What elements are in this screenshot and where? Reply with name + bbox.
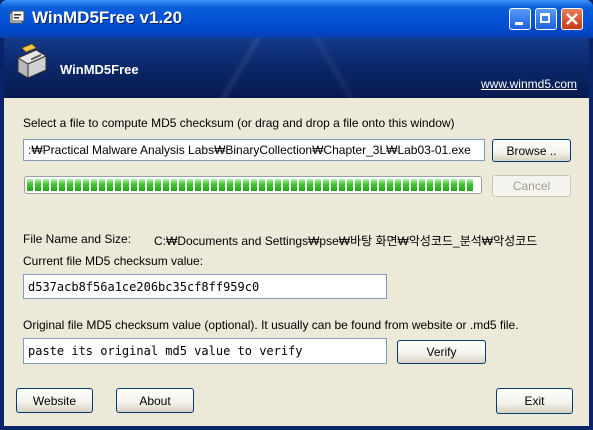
progress-segment	[203, 179, 209, 191]
progress-segment	[387, 179, 393, 191]
progress-bar	[24, 176, 482, 194]
progress-segment	[59, 179, 65, 191]
progress-segment	[211, 179, 217, 191]
maximize-button[interactable]	[535, 8, 557, 30]
file-name-size-value: C:₩Documents and Settings₩pse₩바탕 화면₩악성코드…	[154, 234, 538, 248]
cancel-button[interactable]: Cancel	[492, 175, 571, 197]
app-logo-icon	[16, 44, 48, 79]
progress-segment	[283, 179, 289, 191]
current-md5-label: Current file MD5 checksum value:	[23, 254, 204, 268]
progress-segment	[315, 179, 321, 191]
progress-segment	[395, 179, 401, 191]
progress-segment	[227, 179, 233, 191]
about-button[interactable]: About	[116, 388, 194, 413]
progress-segment	[355, 179, 361, 191]
progress-segment	[243, 179, 249, 191]
progress-segment	[219, 179, 225, 191]
website-link[interactable]: www.winmd5.com	[481, 77, 577, 91]
progress-segment	[323, 179, 329, 191]
verify-button-label: Verify	[426, 345, 457, 359]
progress-segment	[163, 179, 169, 191]
progress-segment	[75, 179, 81, 191]
browse-button[interactable]: Browse ..	[492, 139, 571, 162]
minimize-button[interactable]	[509, 8, 531, 30]
header-banner: WinMD5Free www.winmd5.com	[4, 38, 589, 98]
window-title: WinMD5Free v1.20	[32, 8, 183, 27]
progress-segment	[275, 179, 281, 191]
app-window: WinMD5Free v1.20 WinMD5Free www.winmd5.c…	[0, 0, 593, 430]
progress-segment	[331, 179, 337, 191]
app-icon	[9, 10, 25, 24]
progress-segment	[267, 179, 273, 191]
progress-segment	[131, 179, 137, 191]
exit-button-label: Exit	[524, 394, 545, 408]
progress-segment	[403, 179, 409, 191]
progress-segment	[123, 179, 129, 191]
progress-segment	[235, 179, 241, 191]
progress-segment	[251, 179, 257, 191]
progress-segment	[99, 179, 105, 191]
banner-app-name: WinMD5Free	[60, 62, 139, 77]
main-panel: Select a file to compute MD5 checksum (o…	[4, 98, 589, 426]
progress-segment	[379, 179, 385, 191]
progress-segment	[259, 179, 265, 191]
progress-segment	[411, 179, 417, 191]
maximize-icon	[540, 13, 550, 23]
progress-segment	[147, 179, 153, 191]
progress-segment	[459, 179, 465, 191]
file-name-size-label: File Name and Size:	[23, 232, 132, 246]
progress-segment	[171, 179, 177, 191]
progress-segment	[91, 179, 97, 191]
close-button[interactable]	[561, 8, 583, 30]
progress-segment	[363, 179, 369, 191]
progress-segment	[43, 179, 49, 191]
progress-segment	[51, 179, 57, 191]
progress-segment	[291, 179, 297, 191]
title-bar[interactable]: WinMD5Free v1.20	[0, 0, 593, 38]
original-md5-label: Original file MD5 checksum value (option…	[23, 318, 519, 332]
progress-segment	[339, 179, 345, 191]
progress-bar-fill	[27, 179, 479, 191]
progress-segment	[27, 179, 33, 191]
file-path-input[interactable]: :₩Practical Malware Analysis Labs₩Binary…	[23, 139, 485, 161]
minimize-icon	[515, 22, 523, 25]
progress-segment	[451, 179, 457, 191]
progress-segment	[371, 179, 377, 191]
progress-segment	[83, 179, 89, 191]
progress-segment	[427, 179, 433, 191]
progress-segment	[299, 179, 305, 191]
progress-segment	[467, 179, 473, 191]
progress-segment	[139, 179, 145, 191]
current-md5-field[interactable]: d537acb8f56a1ce206bc35cf8ff959c0	[23, 274, 387, 299]
file-select-instruction: Select a file to compute MD5 checksum (o…	[23, 116, 455, 130]
progress-segment	[35, 179, 41, 191]
website-button[interactable]: Website	[16, 388, 93, 413]
progress-segment	[307, 179, 313, 191]
progress-segment	[195, 179, 201, 191]
progress-segment	[115, 179, 121, 191]
original-md5-input[interactable]: paste its original md5 value to verify	[23, 338, 387, 364]
progress-segment	[155, 179, 161, 191]
progress-segment	[347, 179, 353, 191]
progress-segment	[419, 179, 425, 191]
exit-button[interactable]: Exit	[496, 388, 573, 414]
about-button-label: About	[139, 393, 171, 408]
website-button-label: Website	[32, 393, 77, 408]
cancel-button-label: Cancel	[512, 179, 551, 193]
progress-segment	[187, 179, 193, 191]
close-icon	[566, 13, 578, 25]
progress-segment	[67, 179, 73, 191]
progress-segment	[435, 179, 441, 191]
verify-button[interactable]: Verify	[397, 340, 486, 364]
browse-button-label: Browse ..	[506, 143, 557, 158]
progress-segment	[179, 179, 185, 191]
progress-segment	[107, 179, 113, 191]
progress-segment	[443, 179, 449, 191]
